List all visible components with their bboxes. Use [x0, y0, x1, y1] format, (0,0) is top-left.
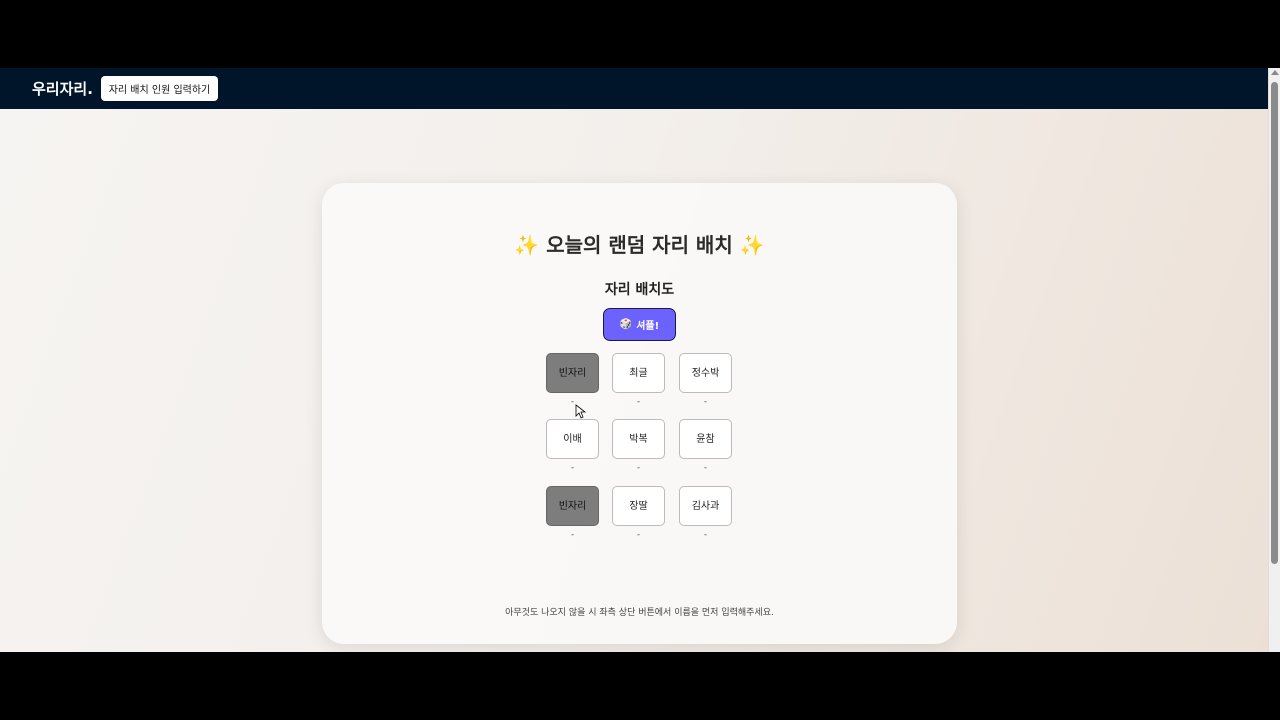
scroll-up-arrow-icon[interactable] [1271, 70, 1279, 75]
letterbox-top [0, 0, 1280, 68]
input-members-button[interactable]: 자리 배치 인원 입력하기 [101, 76, 218, 101]
seat-5[interactable]: 박복 [612, 419, 665, 459]
seat-7-sub: - [570, 530, 575, 540]
seat-8[interactable]: 장딸 [612, 486, 665, 526]
seat-1[interactable]: 빈자리 [546, 353, 599, 393]
browser-viewport: 우리자리. 자리 배치 인원 입력하기 ✨ 오늘의 랜덤 자리 배치 ✨ 자리 … [0, 68, 1280, 652]
seat-4[interactable]: 이배 [546, 419, 599, 459]
seat-card: ✨ 오늘의 랜덤 자리 배치 ✨ 자리 배치도 🎲 셔플! 빈자리 - 최글 - 정수박… [322, 183, 957, 644]
letterbox-bottom [0, 652, 1280, 720]
seat-6-sub: - [703, 463, 708, 473]
seat-1-sub: - [570, 397, 575, 407]
seat-4-sub: - [570, 463, 575, 473]
seat-map-title: 자리 배치도 [604, 282, 675, 298]
mouse-cursor-icon [575, 404, 587, 419]
navbar: 우리자리. 자리 배치 인원 입력하기 [0, 68, 1268, 109]
help-note: 아무것도 나오지 않을 시 좌측 상단 버튼에서 이름을 먼저 입력해주세요. [505, 608, 774, 618]
seat-7[interactable]: 빈자리 [546, 486, 599, 526]
scrollbar[interactable] [1268, 68, 1280, 652]
seat-9-sub: - [703, 530, 708, 540]
seat-8-sub: - [636, 530, 641, 540]
seat-9[interactable]: 김사과 [679, 486, 732, 526]
dice-icon: 🎲 [619, 319, 633, 330]
seat-3[interactable]: 정수박 [679, 353, 732, 393]
seat-2[interactable]: 최글 [612, 353, 665, 393]
seat-6[interactable]: 윤참 [679, 419, 732, 459]
seat-2-sub: - [636, 397, 641, 407]
seat-5-sub: - [636, 463, 641, 473]
page-title: ✨ 오늘의 랜덤 자리 배치 ✨ [514, 233, 765, 257]
brand-logo[interactable]: 우리자리. [32, 78, 93, 99]
shuffle-label: 셔플! [636, 321, 660, 332]
scroll-thumb[interactable] [1271, 82, 1278, 564]
shuffle-button[interactable]: 🎲 셔플! [603, 308, 676, 341]
seat-3-sub: - [703, 397, 708, 407]
